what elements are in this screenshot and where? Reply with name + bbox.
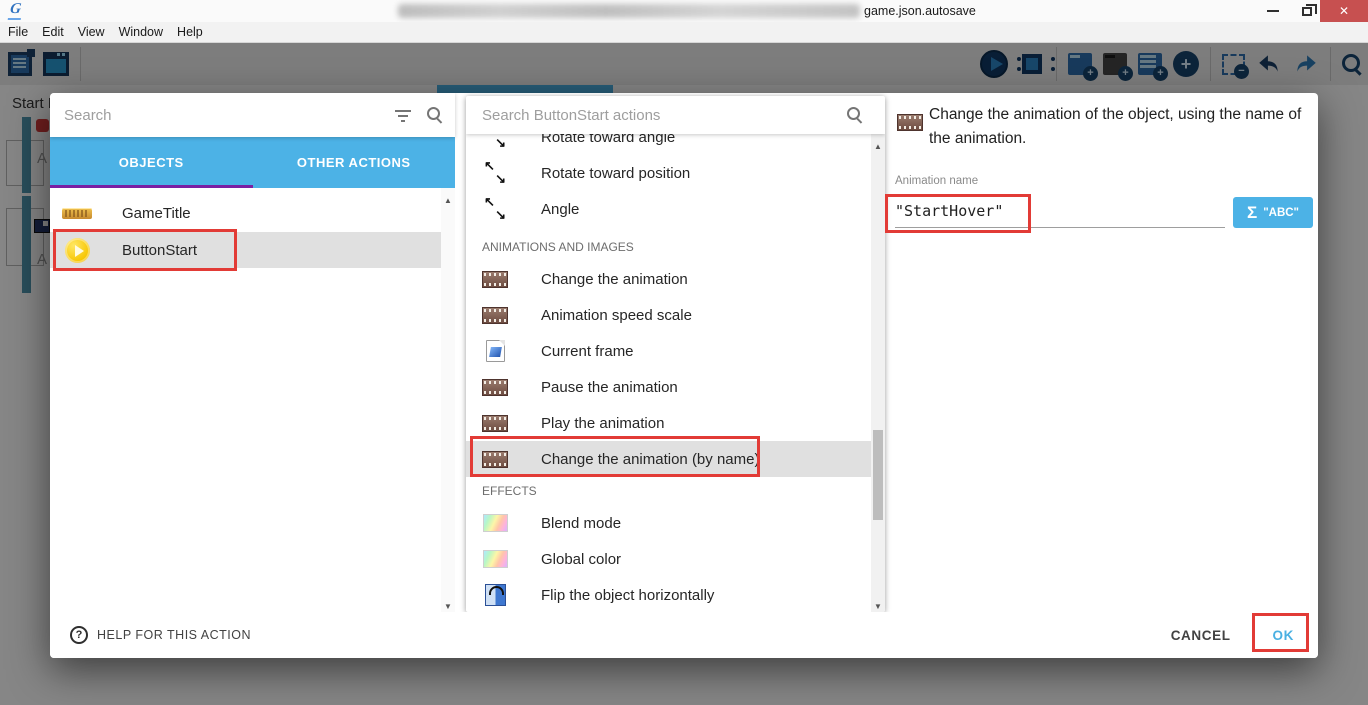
filter-icon[interactable] [395, 110, 411, 122]
film-strip-icon [897, 114, 923, 131]
dialog-footer: HELP FOR THIS ACTION CANCEL OK [50, 612, 1318, 658]
objects-list: GameTitle ButtonStart [50, 188, 455, 268]
diagonal-arrows-icon [482, 161, 508, 185]
objects-scrollbar[interactable] [441, 188, 455, 612]
actions-search-input[interactable] [482, 107, 822, 124]
scroll-up-icon[interactable] [871, 136, 885, 150]
film-strip-icon [482, 415, 508, 432]
search-icon[interactable] [427, 107, 443, 123]
close-icon: ✕ [1339, 4, 1349, 18]
action-description: Change the animation of the object, usin… [929, 103, 1315, 151]
objects-search-bar [50, 93, 455, 137]
actions-panel: Rotate toward angle Rotate toward positi… [466, 96, 885, 612]
blurred-file-path [398, 4, 860, 18]
expression-button-label: "ABC" [1263, 207, 1299, 219]
action-item[interactable]: Current frame [466, 333, 871, 369]
action-item-selected[interactable]: Change the animation (by name) [466, 441, 871, 477]
scroll-down-icon[interactable] [441, 596, 455, 610]
action-label: Play the animation [541, 415, 664, 432]
yellow-play-button-icon [62, 238, 92, 263]
action-label: Angle [541, 201, 579, 218]
menu-window[interactable]: Window [119, 25, 174, 39]
object-label: ButtonStart [122, 242, 197, 259]
film-strip-icon [482, 307, 508, 324]
cancel-button[interactable]: CANCEL [1171, 628, 1231, 643]
object-item-gametitle[interactable]: GameTitle [50, 195, 455, 231]
action-item[interactable]: Rotate toward position [466, 155, 871, 191]
restore-icon [1302, 7, 1312, 16]
sigma-icon: Σ [1247, 203, 1257, 223]
menu-view[interactable]: View [78, 25, 116, 39]
object-item-buttonstart[interactable]: ButtonStart [50, 232, 455, 268]
diagonal-arrows-icon [482, 197, 508, 221]
film-strip-icon [482, 271, 508, 288]
film-strip-icon [482, 451, 508, 468]
help-label: HELP FOR THIS ACTION [97, 628, 251, 642]
action-label: Change the animation [541, 271, 688, 288]
action-label: Global color [541, 551, 621, 568]
action-label: Change the animation (by name) [541, 451, 759, 468]
action-label: Current frame [541, 343, 634, 360]
window-title: game.json.autosave [864, 4, 976, 18]
action-item[interactable]: Animation speed scale [466, 297, 871, 333]
action-label: Pause the animation [541, 379, 678, 396]
menu-help[interactable]: Help [177, 25, 214, 39]
restore-button[interactable] [1292, 0, 1322, 22]
help-link[interactable]: HELP FOR THIS ACTION [70, 626, 251, 644]
scrollbar-thumb[interactable] [873, 430, 883, 520]
actions-list: Rotate toward angle Rotate toward positi… [466, 134, 871, 612]
scroll-down-icon[interactable] [871, 596, 885, 610]
expression-editor-button[interactable]: Σ "ABC" [1233, 197, 1313, 228]
action-label: Rotate toward position [541, 165, 690, 182]
action-label: Rotate toward angle [541, 134, 675, 146]
current-frame-icon [482, 340, 508, 362]
minimize-icon [1267, 10, 1279, 12]
active-tab-underline [50, 185, 253, 188]
panel-tabs: OBJECTS OTHER ACTIONS [50, 137, 455, 188]
help-circle-icon [70, 626, 88, 644]
action-label: Animation speed scale [541, 307, 692, 324]
objects-search-input[interactable] [64, 107, 364, 124]
animation-name-label: Animation name [895, 175, 978, 187]
menu-file[interactable]: File [8, 25, 39, 39]
game-title-sprite-icon [62, 208, 92, 219]
title-bar: game.json.autosave ✕ [0, 0, 1368, 22]
actions-scrollbar[interactable] [871, 134, 885, 612]
action-item[interactable]: Blend mode [466, 505, 871, 541]
action-editor-dialog: OBJECTS OTHER ACTIONS GameTitle ButtonSt… [50, 93, 1318, 658]
menu-edit[interactable]: Edit [42, 25, 75, 39]
scroll-up-icon[interactable] [441, 190, 455, 204]
action-item[interactable]: Flip the object horizontally [466, 577, 871, 612]
flip-horizontal-icon [482, 584, 508, 606]
film-strip-icon [482, 379, 508, 396]
search-icon[interactable] [847, 107, 863, 123]
action-label: Blend mode [541, 515, 621, 532]
action-item[interactable]: Rotate toward angle [466, 134, 871, 155]
gdevelop-logo-icon [9, 1, 22, 20]
actions-group-header: EFFECTS [466, 477, 871, 505]
rainbow-icon [482, 514, 508, 532]
tab-other-actions[interactable]: OTHER ACTIONS [253, 137, 456, 188]
close-button[interactable]: ✕ [1320, 0, 1368, 22]
animation-name-field[interactable] [895, 194, 1225, 228]
action-label: Flip the object horizontally [541, 587, 714, 604]
action-item[interactable]: Play the animation [466, 405, 871, 441]
object-label: GameTitle [122, 205, 191, 222]
action-item[interactable]: Global color [466, 541, 871, 577]
diagonal-arrows-icon [482, 134, 508, 149]
minimize-button[interactable] [1258, 0, 1288, 22]
objects-panel: OBJECTS OTHER ACTIONS GameTitle ButtonSt… [50, 93, 455, 612]
action-item[interactable]: Change the animation [466, 261, 871, 297]
rainbow-icon [482, 550, 508, 568]
menu-bar: File Edit View Window Help [0, 22, 1368, 43]
action-item[interactable]: Angle [466, 191, 871, 227]
tab-objects[interactable]: OBJECTS [50, 137, 253, 188]
actions-search-bar [466, 96, 885, 134]
actions-group-header: ANIMATIONS AND IMAGES [466, 233, 871, 261]
action-parameters-panel: Change the animation of the object, usin… [893, 93, 1318, 612]
ok-button[interactable]: OK [1273, 628, 1294, 643]
action-item[interactable]: Pause the animation [466, 369, 871, 405]
